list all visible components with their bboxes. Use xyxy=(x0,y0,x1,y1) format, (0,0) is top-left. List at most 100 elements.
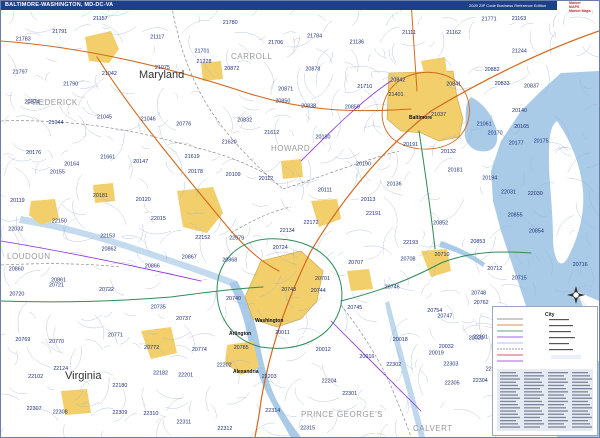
legend-index-entry xyxy=(548,378,566,380)
zip-code-label: 20113 xyxy=(361,197,376,203)
map-title: BALTIMORE-WASHINGTON, MD-DC-VA xyxy=(5,2,114,8)
zip-code-label: 20155 xyxy=(50,169,65,175)
legend-index-entry xyxy=(572,426,592,428)
zip-code-label: 20842 xyxy=(390,78,405,84)
zip-code-label: 20859 xyxy=(345,105,360,111)
county-label-carroll: CARROLL xyxy=(231,52,272,61)
legend-index-entry xyxy=(524,423,544,425)
zip-code-label: 20019 xyxy=(429,350,444,356)
legend-index-entry xyxy=(548,388,566,390)
zip-code-label: 21710 xyxy=(357,84,372,90)
zip-code-label: 20109 xyxy=(226,172,241,178)
zip-code-label: 20170 xyxy=(488,131,503,137)
zip-code-label: 22182 xyxy=(153,371,168,377)
zip-code-label: 21228 xyxy=(197,59,212,65)
zip-code-label: 21706 xyxy=(268,40,283,46)
zip-code-label: 20707 xyxy=(348,260,363,266)
legend-index-entry xyxy=(548,426,566,428)
zip-code-label: 21136 xyxy=(350,39,365,45)
state-label-virginia: Virginia xyxy=(65,370,102,382)
zip-code-label: 20011 xyxy=(275,330,290,336)
zip-code-label: 20165 xyxy=(514,124,529,130)
zip-code-label: 21061 xyxy=(477,122,492,128)
zip-code-label: 22191 xyxy=(366,211,381,217)
zip-code-label: 20747 xyxy=(437,313,452,319)
zip-code-label: 21042 xyxy=(102,71,117,77)
zip-code-label: 21163 xyxy=(512,16,527,22)
zip-code-label: 21157 xyxy=(93,16,108,22)
legend-index-entry xyxy=(572,394,590,396)
zip-code-label: 21111 xyxy=(402,30,416,36)
zip-code-label: 20715 xyxy=(512,275,527,281)
zip-code-label: 20762 xyxy=(474,300,489,306)
zip-code-label: 20854 xyxy=(529,228,544,234)
legend-index-entry xyxy=(572,397,592,399)
zip-code-label: 20032 xyxy=(439,344,454,350)
legend-index-entry xyxy=(572,400,588,403)
zip-code-label: 22309 xyxy=(112,410,127,416)
legend-index-entry xyxy=(572,372,588,374)
zip-code-label: 20860 xyxy=(9,267,24,273)
zip-code-label: 20164 xyxy=(64,162,79,168)
map-canvas[interactable]: Maryland Virginia CARROLL FREDERICK HOWA… xyxy=(0,0,600,438)
market-maps-logo: Market MAPS Market Maps xyxy=(557,1,599,13)
zip-code-label: 21612 xyxy=(264,130,279,136)
zip-code-label: 20120 xyxy=(136,197,151,203)
zip-code-label: 20754 xyxy=(427,308,442,314)
zip-code-label: 20871 xyxy=(278,87,293,93)
zip-code-label: 20852 xyxy=(433,220,448,226)
zip-code-label: 20712 xyxy=(487,266,502,272)
zip-code-label: 20785 xyxy=(234,345,249,351)
legend-index-entry xyxy=(548,372,568,374)
legend-index-entry xyxy=(548,391,568,393)
zip-code-label: 20833 xyxy=(495,81,510,87)
zip-code-label: 20194 xyxy=(482,176,497,182)
zip-code-label: 20776 xyxy=(176,121,191,127)
legend-index-entry xyxy=(524,372,542,374)
zip-code-label: 21797 xyxy=(13,70,28,76)
zip-code-label: 20743 xyxy=(281,287,296,293)
zip-code-label: 20132 xyxy=(441,149,456,155)
legend-index-entry xyxy=(500,404,518,406)
zip-code-label: 20744 xyxy=(311,288,326,294)
zip-code-label: 21619 xyxy=(185,154,200,160)
zip-code-label: 20012 xyxy=(316,347,331,353)
map-edition: 2020 ZIP Code Business Reference Edition xyxy=(469,3,547,8)
zip-code-label: 21620 xyxy=(222,139,237,145)
legend-index-entry xyxy=(500,413,518,415)
legend-index-entry xyxy=(548,404,564,406)
zip-code-label: 20180 xyxy=(316,135,331,141)
legend-index-entry xyxy=(572,420,588,422)
legend-index-entry xyxy=(572,375,590,377)
legend-index-entry xyxy=(500,407,520,409)
zip-code-label: 22308 xyxy=(53,410,68,416)
zip-code-label: 20872 xyxy=(224,66,239,72)
zip-code-label: 20868 xyxy=(222,257,237,263)
legend-index-entry xyxy=(500,397,520,399)
legend-index-entry xyxy=(500,400,516,403)
zip-code-label: 22311 xyxy=(177,420,192,426)
zip-code-label: 22304 xyxy=(473,378,488,384)
zip-code-label: 20735 xyxy=(151,305,166,311)
legend-index-entry xyxy=(524,413,544,415)
zip-code-label: 22032 xyxy=(8,227,23,233)
zip-code-label: 20841 xyxy=(446,82,461,88)
zip-code-label: 20181 xyxy=(93,193,108,199)
zip-code-label: 22307 xyxy=(27,406,42,412)
zip-code-label: 20722 xyxy=(99,287,114,293)
legend-index-entry xyxy=(500,372,516,374)
zip-code-label: 20838 xyxy=(301,104,316,110)
zip-code-label: 21044 xyxy=(49,120,64,126)
laurel-urban xyxy=(281,159,303,179)
zip-code-label: 20111 xyxy=(318,188,332,194)
zip-code-label: 21701 xyxy=(195,49,210,55)
zip-code-label: 20832 xyxy=(237,117,252,123)
legend-index-entry xyxy=(572,407,592,409)
zip-code-label: 21244 xyxy=(512,49,527,55)
zip-code-label: 20175 xyxy=(534,139,549,145)
zip-code-label: 22314 xyxy=(265,408,280,414)
zip-code-label: 20748 xyxy=(471,291,486,297)
zip-code-label: 22180 xyxy=(112,383,127,389)
legend-index-entry xyxy=(500,420,516,422)
legend-index-entry xyxy=(524,416,540,419)
